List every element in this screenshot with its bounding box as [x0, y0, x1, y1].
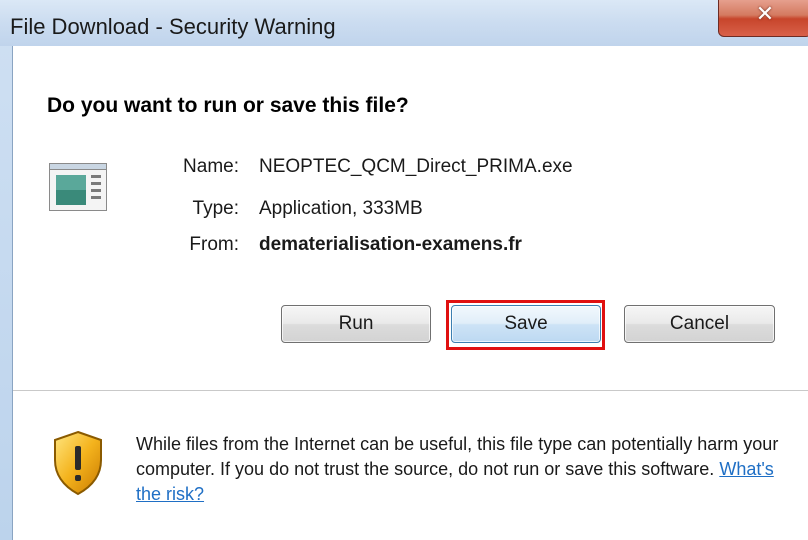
window-title: File Download - Security Warning	[10, 14, 336, 39]
dialog-headline: Do you want to run or save this file?	[47, 94, 409, 117]
close-icon: ✕	[755, 1, 775, 26]
save-highlight-box	[446, 300, 605, 350]
security-shield-warning-icon	[54, 430, 102, 496]
application-file-icon	[49, 163, 107, 211]
from-label: From:	[189, 234, 239, 255]
warning-text: While files from the Internet can be use…	[136, 434, 779, 479]
dialog-content: Do you want to run or save this file? Na…	[12, 46, 808, 540]
close-button[interactable]: ✕	[718, 0, 808, 37]
run-button[interactable]: Run	[281, 305, 431, 343]
type-label: Type:	[192, 198, 239, 219]
name-label: Name:	[183, 156, 239, 177]
file-download-dialog: File Download - Security Warning ✕ Do yo…	[0, 0, 808, 540]
title-bar[interactable]: File Download - Security Warning ✕	[0, 0, 808, 46]
name-value: NEOPTEC_QCM_Direct_PRIMA.exe	[259, 156, 573, 177]
warning-message: While files from the Internet can be use…	[136, 432, 796, 507]
cancel-button[interactable]: Cancel	[624, 305, 775, 343]
from-value: dematerialisation-examens.fr	[259, 234, 522, 255]
type-value: Application, 333MB	[259, 198, 423, 219]
